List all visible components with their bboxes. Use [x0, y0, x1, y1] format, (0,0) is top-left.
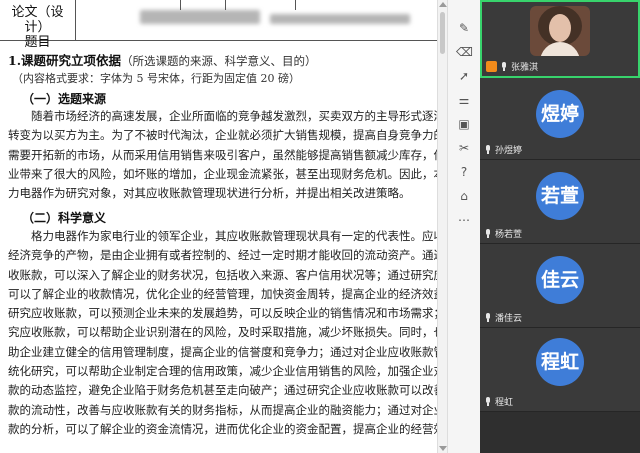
text-line: 款的动态监控，避免企业陷于财务危机甚至走向破产；通过研究企业应收账款可以改善应收…: [8, 383, 437, 398]
avatar: 煜婷: [536, 90, 584, 138]
header-line-1: 论文（设计）: [11, 5, 64, 35]
participant-tile[interactable]: 张雅淇: [480, 0, 640, 78]
mic-icon: [484, 313, 492, 322]
scroll-up-icon[interactable]: [439, 2, 447, 7]
avatar: 佳云: [536, 256, 584, 304]
mic-icon: [484, 145, 492, 154]
text-line: 业带来了很大的风险，如坏账的增加，企业现金流紧张，甚至出现财务危机。因此，本文以…: [8, 166, 437, 181]
subheading-source: （一）选题来源: [22, 92, 107, 106]
host-icon: [486, 61, 497, 72]
text-line: 款的分析，可以了解企业的资金流情况，进而优化企业的资金配置，提高企业的经营效率。: [8, 421, 437, 436]
mic-icon: [484, 397, 492, 406]
mic-icon: [484, 229, 492, 238]
text-line: 经济竞争的产物，是由企业拥有或者控制的、经过一定时期才能收回的流动资产。通过研究…: [8, 248, 437, 263]
help-icon[interactable]: ?: [456, 164, 472, 180]
text-format-icon[interactable]: ⚌: [456, 92, 472, 108]
table-divider: [225, 0, 226, 10]
avatar: 程虹: [536, 338, 584, 386]
scroll-down-icon[interactable]: [439, 446, 447, 451]
participant-name: 杨若萱: [484, 227, 522, 240]
section-title: 1.课题研究立项依据（所选课题的来源、科学意义、目的）: [8, 53, 317, 68]
text-line: 助企业建立健全的信用管理制度，提高企业的信誉度和竞争力；通过对企业应收账款管理的: [8, 344, 437, 359]
text-line: 随着市场经济的高速发展，企业所面临的竞争越发激烈，买卖双方的主导形式逐渐从卖: [8, 109, 437, 123]
paragraph-source: 随着市场经济的高速发展，企业所面临的竞争越发激烈，买卖双方的主导形式逐渐从卖 转…: [8, 107, 437, 203]
participant-name: 潘佳云: [484, 311, 522, 324]
text-line: 格力电器作为家电行业的领军企业，其应收账款管理现状具有一定的代表性。应收账款: [8, 229, 437, 243]
paragraph-significance: 格力电器作为家电行业的领军企业，其应收账款管理现状具有一定的代表性。应收账款 经…: [8, 227, 437, 439]
participant-tile[interactable]: 若萱 杨若萱: [480, 160, 640, 244]
participant-name: 程虹: [484, 395, 513, 408]
redacted-title-2: [270, 14, 410, 24]
avatar: 若萱: [536, 172, 584, 220]
table-divider: [295, 0, 296, 10]
pointer-icon[interactable]: ➚: [456, 68, 472, 84]
format-note: （内容格式要求：字体为 5 号宋体，行距为固定值 20 磅）: [12, 72, 300, 85]
text-line: 可以了解企业的收款情况，优化企业的经营管理，加快资金周转，提高企业的经济效益；通: [8, 286, 437, 301]
pencil-icon[interactable]: ✎: [456, 20, 472, 36]
text-line: 研究应收账款，可以预测企业未来的发展趋势，可以反映企业的销售情况和市场需求；通过…: [8, 306, 437, 321]
mic-icon: [500, 62, 508, 71]
participant-tile[interactable]: 佳云 潘佳云: [480, 244, 640, 328]
participant-name: 张雅淇: [486, 60, 538, 73]
subheading-significance: （二）科学意义: [22, 211, 107, 225]
participant-name: 孙煜婷: [484, 143, 522, 156]
more-icon[interactable]: ⋯: [456, 212, 472, 228]
annotation-toolbar: ✎ ⌫ ➚ ⚌ ▣ ✂ ? ⌂ ⋯: [447, 0, 481, 453]
text-line: 收账款，可以深入了解企业的财务状况，包括收入来源、客户信用状况等；通过研究应收账…: [8, 267, 437, 282]
text-line: 统化研究，可以帮助企业制定合理的信用政策，减少企业信用销售的风险，加强企业对应收…: [8, 364, 437, 379]
text-line: 究应收账款，可以帮助企业识别潜在的风险，及时采取措施，减少坏账损失。同时，也可以: [8, 325, 437, 340]
participant-video: [530, 6, 590, 56]
shape-icon[interactable]: ▣: [456, 116, 472, 132]
text-line: 需要开拓新的市场，从而采用信用销售来吸引客户，虽然能够提高销售额减少库存，但也给: [8, 147, 437, 162]
table-divider: [180, 0, 181, 10]
participant-tile[interactable]: 程虹 程虹: [480, 328, 640, 412]
thesis-title-row: 论文（设计） 题目: [0, 0, 437, 50]
eraser-icon[interactable]: ⌫: [456, 44, 473, 60]
redacted-title: [140, 10, 260, 24]
thesis-title-label: 论文（设计） 题目: [0, 0, 76, 50]
text-line: 款的流动性，改善与应收账款有关的财务指标，从而提高企业的融资能力；通过对企业应收…: [8, 402, 437, 417]
document-view[interactable]: 论文（设计） 题目 1.课题研究立项依据（所选课题的来源、科学意义、目的） （内…: [0, 0, 437, 453]
stamp-icon[interactable]: ⌂: [456, 188, 472, 204]
header-line-2: 题目: [24, 35, 51, 50]
settings-icon[interactable]: ✂: [456, 140, 472, 156]
text-line: 力电器作为研究对象，对其应收账款管理现状进行分析，并提出相关改进策略。: [8, 186, 411, 201]
participant-tile[interactable]: 煜婷 孙煜婷: [480, 78, 640, 160]
text-line: 转变为以买方为主。为了不被时代淘汰，企业就必须扩大销售规模，提高自身竞争力的同时: [8, 128, 437, 143]
participant-gallery: 张雅淇 煜婷 孙煜婷 若萱 杨若萱 佳云 潘佳云 程虹 程虹: [480, 0, 640, 453]
scrollbar-thumb[interactable]: [440, 12, 445, 54]
